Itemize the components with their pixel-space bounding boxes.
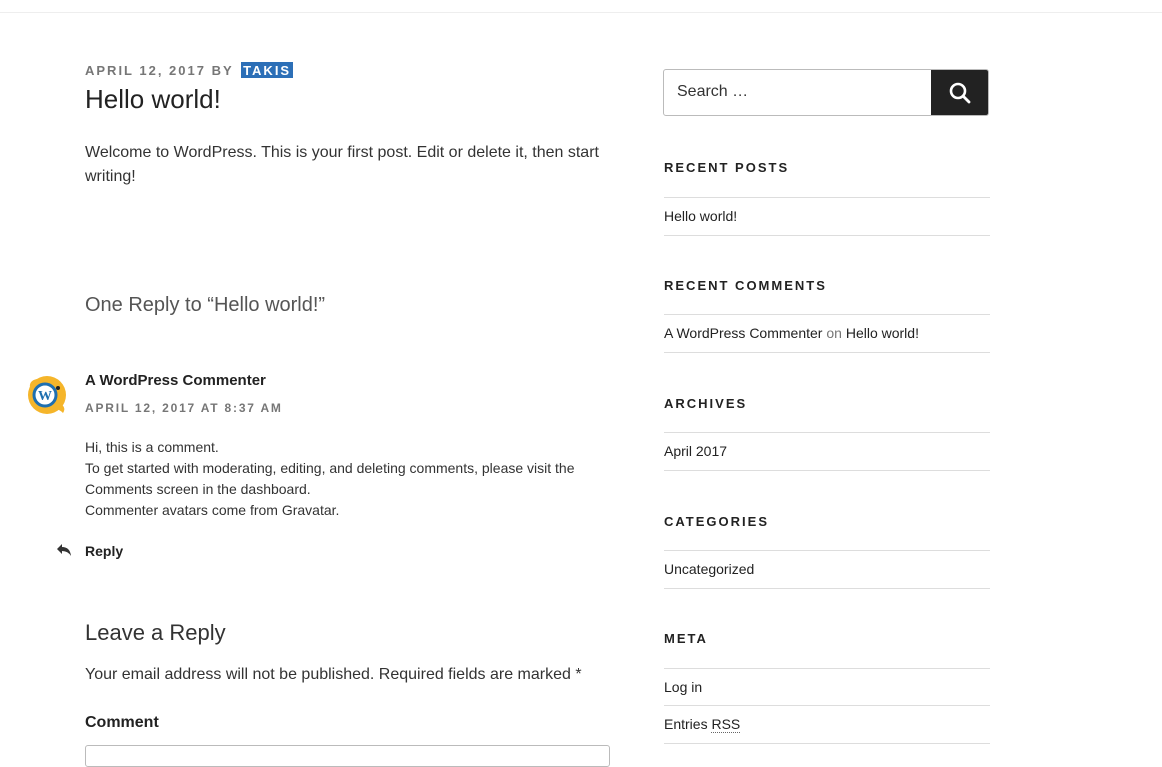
- meta-login-label: Log in: [664, 679, 703, 695]
- recent-comment-item: A WordPress Commenter on Hello world!: [664, 314, 990, 353]
- post-meta: APRIL 12, 2017 BY TAKIS: [85, 62, 294, 78]
- recent-comment-post-link[interactable]: Hello world!: [846, 325, 919, 341]
- post-date[interactable]: APRIL 12, 2017: [85, 63, 206, 78]
- reply-notes: Your email address will not be published…: [85, 666, 582, 684]
- meta-entries-label: Entries: [664, 716, 712, 732]
- category-label: Uncategorized: [664, 561, 755, 577]
- meta-entries-rss-link[interactable]: Entries RSS: [664, 705, 990, 744]
- reply-icon: [57, 544, 71, 556]
- category-link[interactable]: Uncategorized: [664, 550, 990, 589]
- commenter-avatar: W: [25, 373, 69, 417]
- archive-label: April 2017: [664, 443, 728, 459]
- comments-heading: One Reply to “Hello world!”: [85, 294, 326, 316]
- search-icon: [949, 82, 970, 103]
- post-author-link[interactable]: TAKIS: [241, 62, 294, 78]
- comment-date-link[interactable]: APRIL 12, 2017 AT 8:37 AM: [85, 401, 283, 415]
- recent-posts-title: RECENT POSTS: [664, 160, 790, 175]
- comment-text-fragment: .: [335, 502, 340, 518]
- svg-text:W: W: [38, 389, 52, 404]
- required-mark: *: [575, 666, 582, 683]
- wordpress-avatar-icon: W: [28, 376, 66, 414]
- recent-post-link[interactable]: Hello world!: [664, 197, 990, 236]
- recent-post-label: Hello world!: [664, 208, 738, 224]
- reply-notes-text: Your email address will not be published…: [85, 666, 576, 683]
- search-button[interactable]: [931, 70, 988, 115]
- comment-author-link[interactable]: A WordPress Commenter: [85, 372, 266, 389]
- comment-line: To get started with moderating, editing,…: [85, 460, 575, 497]
- recent-comment-author-link[interactable]: A WordPress Commenter: [664, 325, 822, 341]
- comment-label: Comment: [85, 714, 159, 731]
- recent-comments-title: RECENT COMMENTS: [664, 278, 827, 293]
- recent-comment-on: on: [826, 325, 842, 341]
- meta-login-link[interactable]: Log in: [664, 668, 990, 706]
- comment-line: Commenter avatars come from Gravatar.: [85, 500, 610, 521]
- reply-title: Leave a Reply: [85, 620, 226, 645]
- comment-text-fragment: Commenter avatars come from: [85, 502, 282, 518]
- reply-link[interactable]: Reply: [85, 543, 123, 559]
- archive-link[interactable]: April 2017: [664, 432, 990, 471]
- header-divider: [0, 0, 1162, 13]
- comment-textarea[interactable]: [85, 745, 610, 767]
- categories-title: CATEGORIES: [664, 514, 769, 529]
- search-placeholder: Search …: [677, 83, 749, 100]
- search-form: Search …: [663, 69, 989, 116]
- post-content: Welcome to WordPress. This is your first…: [85, 144, 599, 185]
- rss-abbr: RSS: [711, 716, 741, 733]
- comment-line: Hi, this is a comment.: [85, 439, 219, 455]
- post-by: BY: [211, 63, 234, 78]
- archives-title: ARCHIVES: [664, 396, 748, 411]
- meta-title: META: [664, 631, 708, 646]
- comment-body: Hi, this is a comment. To get started wi…: [85, 437, 610, 521]
- gravatar-link[interactable]: Gravatar: [282, 502, 336, 518]
- post-title: Hello world!: [85, 84, 221, 114]
